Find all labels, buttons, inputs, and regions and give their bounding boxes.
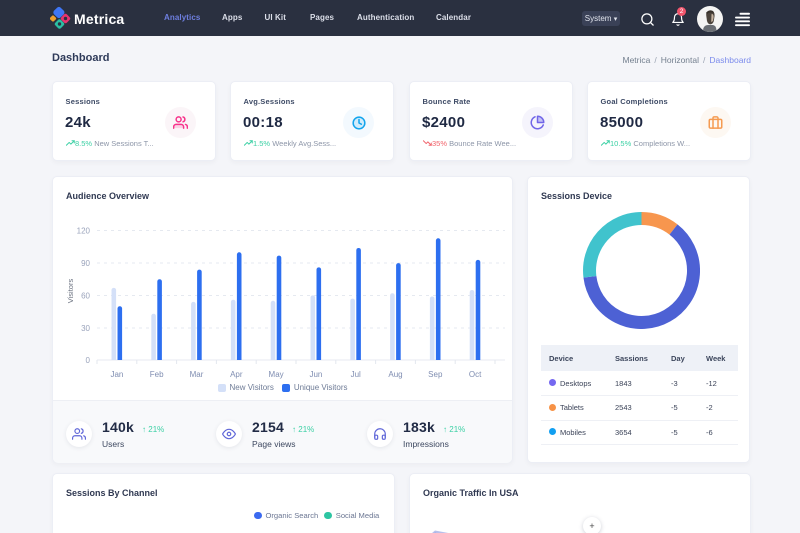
svg-text:Sep: Sep xyxy=(428,370,443,379)
svg-text:120: 120 xyxy=(77,227,91,236)
svg-text:0: 0 xyxy=(86,356,91,365)
svg-text:May: May xyxy=(269,370,284,379)
svg-text:Feb: Feb xyxy=(150,370,164,379)
svg-text:Oct: Oct xyxy=(469,370,482,379)
svg-text:Jul: Jul xyxy=(351,370,361,379)
svg-text:Jan: Jan xyxy=(110,370,123,379)
svg-text:30: 30 xyxy=(81,324,90,333)
svg-text:Aug: Aug xyxy=(388,370,402,379)
svg-text:Visitors: Visitors xyxy=(66,279,75,304)
svg-text:Apr: Apr xyxy=(230,370,243,379)
svg-text:Jun: Jun xyxy=(309,370,322,379)
svg-text:Mar: Mar xyxy=(190,370,204,379)
svg-text:60: 60 xyxy=(81,292,90,301)
svg-text:90: 90 xyxy=(81,259,90,268)
